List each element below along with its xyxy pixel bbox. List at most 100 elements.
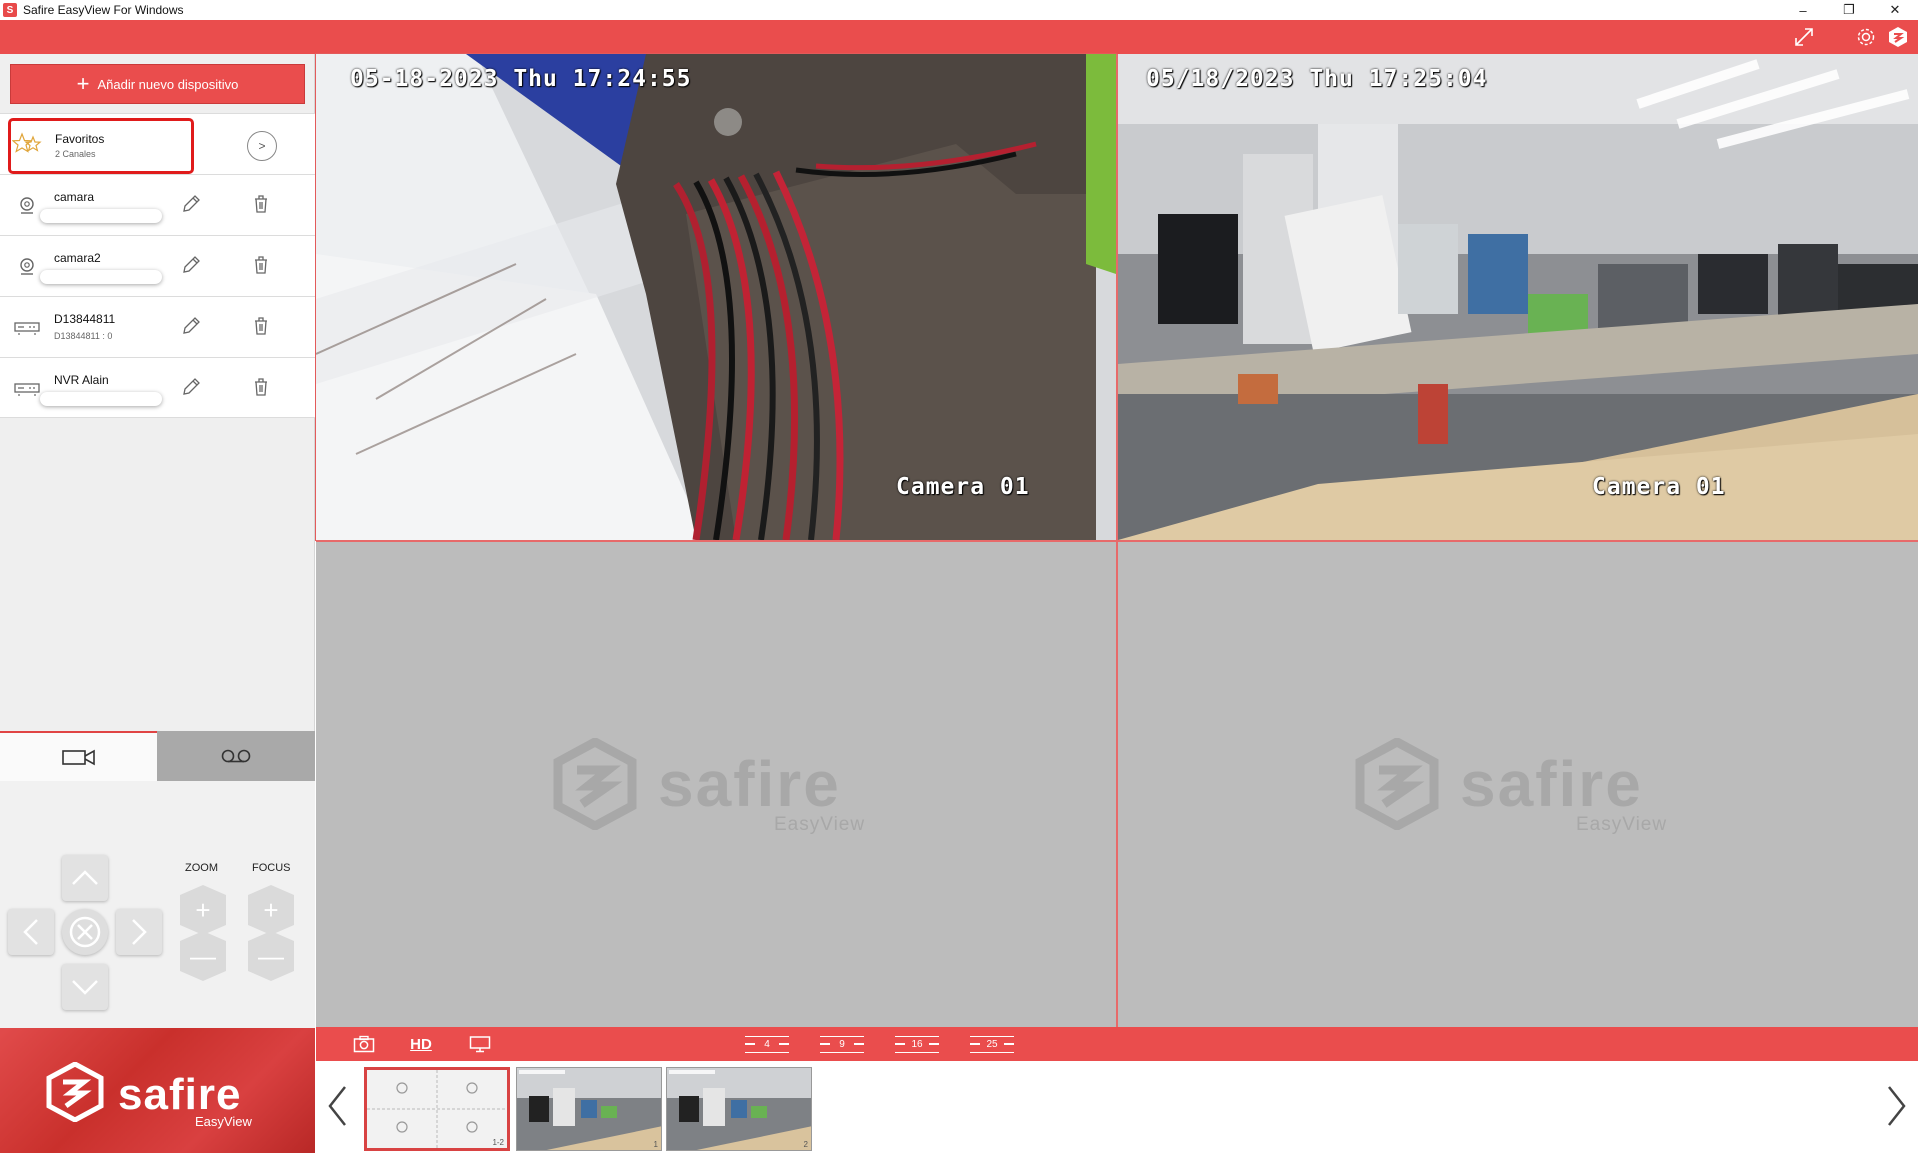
osd-timestamp: 05-18-2023 Thu 17:24:55: [350, 66, 692, 92]
dvr-device-icon: [14, 383, 40, 396]
redacted-address: [40, 209, 162, 223]
control-tabs: [0, 731, 315, 781]
zoom-in-button[interactable]: +: [180, 885, 226, 935]
focus-near-button[interactable]: +: [248, 885, 294, 935]
camera-feed-office: [1118, 54, 1918, 540]
chevron-up-icon: [72, 870, 98, 885]
zoom-label: ZOOM: [185, 862, 218, 874]
device-name: D13844811: [54, 312, 116, 326]
device-name: camara: [54, 190, 95, 204]
layout-16-button[interactable]: 16: [895, 1036, 939, 1053]
osd-camera-label: Camera 01: [1592, 474, 1726, 500]
layout-9-button[interactable]: 9: [820, 1036, 864, 1053]
chevron-down-icon: [72, 980, 98, 995]
device-row-nvr-alain[interactable]: NVR Alain: [0, 357, 315, 418]
window-title: Safire EasyView For Windows: [23, 3, 184, 17]
brand-name: safire: [118, 1070, 242, 1119]
ptz-auto-icon: [69, 916, 101, 948]
safire-watermark: safire EasyView: [552, 738, 864, 835]
camera-feed-cables: [316, 54, 1116, 540]
device-row-camara2[interactable]: camara2: [0, 235, 315, 296]
dvr-device-icon: [14, 322, 40, 335]
device-list: Favoritos 2 Canales > camara camara2 D13…: [0, 113, 315, 418]
thumb-next-button[interactable]: [1882, 1081, 1912, 1131]
ptz-right-button[interactable]: [116, 909, 162, 955]
safire-logo-mark: [1355, 738, 1439, 830]
focus-far-button[interactable]: —: [248, 931, 294, 981]
trash-icon[interactable]: [250, 193, 272, 215]
ptz-left-button[interactable]: [8, 909, 54, 955]
video-camera-icon: [61, 749, 95, 766]
device-row-camara[interactable]: camara: [0, 174, 315, 235]
video-cell-1[interactable]: 05-18-2023 Thu 17:24:55 Camera 01: [315, 53, 1117, 541]
ptz-panel: ZOOM FOCUS + — + —: [0, 781, 315, 1028]
redacted-address: [40, 270, 162, 284]
hd-toggle[interactable]: HD: [406, 1033, 436, 1055]
title-bar: S Safire EasyView For Windows – ❐ ✕: [0, 0, 1918, 20]
chevron-right-icon: [1888, 1086, 1906, 1126]
gear-icon[interactable]: [1854, 25, 1878, 49]
edit-pencil-icon[interactable]: [180, 376, 202, 398]
restore-button[interactable]: ❐: [1826, 0, 1872, 20]
minimize-button[interactable]: –: [1780, 0, 1826, 20]
redacted-address: [40, 392, 162, 406]
osd-camera-label: Camera 01: [896, 474, 1030, 500]
zoom-out-button[interactable]: —: [180, 931, 226, 981]
thumb-layout-page[interactable]: 1-2: [364, 1067, 510, 1151]
edit-pencil-icon[interactable]: [180, 315, 202, 337]
thumb-prev-button[interactable]: [322, 1081, 352, 1131]
top-toolbar: [0, 20, 1918, 54]
safire-logo-mark: [553, 738, 637, 830]
trash-icon[interactable]: [250, 254, 272, 276]
close-button[interactable]: ✕: [1872, 0, 1918, 20]
tab-live-view[interactable]: [0, 731, 157, 781]
thumbnail-strip: 1-2 1 2: [316, 1061, 1918, 1153]
safire-watermark: safire EasyView: [1354, 738, 1666, 835]
add-device-button[interactable]: + Añadir nuevo dispositivo: [10, 64, 305, 104]
safire-logo-icon[interactable]: [1886, 25, 1910, 49]
fullscreen-icon[interactable]: [1792, 25, 1816, 49]
plus-icon: +: [76, 71, 90, 96]
snapshot-icon[interactable]: [352, 1033, 376, 1055]
thumb-channel-1[interactable]: 1: [516, 1067, 662, 1151]
focus-label: FOCUS: [252, 862, 291, 874]
app-icon: S: [3, 3, 17, 17]
chevron-left-icon: [328, 1086, 346, 1126]
bottom-toolbar: HD 4 9 16 25: [316, 1027, 1918, 1061]
edit-pencil-icon[interactable]: [180, 254, 202, 276]
layout-4-button[interactable]: 4: [745, 1036, 789, 1053]
layout-25-button[interactable]: 25: [970, 1036, 1014, 1053]
video-grid: 05-18-2023 Thu 17:24:55 Camera 01 05/18/…: [315, 53, 1918, 1028]
tape-icon: [221, 749, 251, 763]
watermark-sub: EasyView: [774, 814, 866, 835]
osd-timestamp: 05/18/2023 Thu 17:25:04: [1146, 66, 1488, 92]
ptz-down-button[interactable]: [62, 964, 108, 1010]
video-cell-4[interactable]: safire EasyView: [1118, 542, 1918, 1028]
display-icon[interactable]: [468, 1033, 492, 1055]
thumb-number: 1: [653, 1140, 658, 1149]
device-channel: D13844811 : 0: [54, 331, 113, 341]
favorites-open-button[interactable]: >: [247, 131, 277, 161]
trash-icon[interactable]: [250, 315, 272, 337]
camera-device-icon: [20, 258, 34, 275]
brand-sub: EasyView: [195, 1114, 252, 1129]
ptz-up-button[interactable]: [62, 855, 108, 901]
brand-panel: safire EasyView: [0, 1028, 315, 1153]
favorites-highlight-box: [8, 118, 194, 174]
video-cell-3[interactable]: safire EasyView: [316, 542, 1116, 1028]
add-device-label: Añadir nuevo dispositivo: [97, 76, 239, 92]
tab-playback[interactable]: [157, 731, 315, 781]
favorites-row[interactable]: Favoritos 2 Canales >: [0, 113, 315, 174]
channel-preview: [517, 1068, 661, 1150]
edit-pencil-icon[interactable]: [180, 193, 202, 215]
ptz-center-button[interactable]: [62, 909, 108, 955]
watermark-text: safire: [1460, 748, 1643, 820]
thumb-number: 2: [803, 1140, 808, 1149]
video-cell-2[interactable]: 05/18/2023 Thu 17:25:04 Camera 01: [1118, 54, 1918, 540]
watermark-text: safire: [658, 748, 841, 820]
camera-device-icon: [20, 197, 34, 214]
trash-icon[interactable]: [250, 376, 272, 398]
thumb-channel-2[interactable]: 2: [666, 1067, 812, 1151]
device-row-d13844811[interactable]: D13844811 D13844811 : 0: [0, 296, 315, 357]
layout-preview: [367, 1070, 507, 1148]
